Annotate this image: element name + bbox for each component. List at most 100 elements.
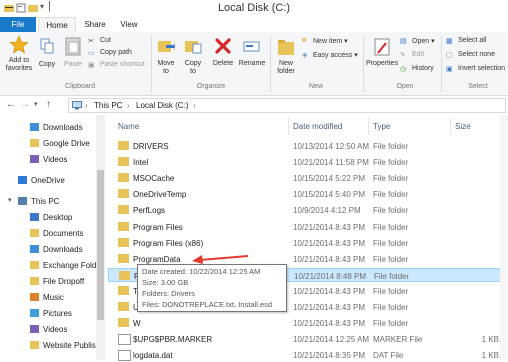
nav-item-exchange-fold[interactable]: Exchange Fold [30, 259, 96, 272]
nav-item-file-dropoff[interactable]: File Dropoff [30, 275, 94, 288]
nav-item-videos[interactable]: Videos [30, 323, 94, 336]
nav-item-desktop[interactable]: Desktop [30, 211, 94, 224]
column-header-name[interactable]: Name [118, 122, 139, 131]
file-type: File folder [373, 206, 409, 215]
folder-tooltip: Date created: 10/22/2014 12:25 AM Size: … [137, 264, 287, 312]
folder-icon [30, 293, 39, 301]
delete-icon [215, 38, 231, 54]
file-row[interactable]: Program Files (x86) 10/21/2014 8:43 PM Fil… [108, 236, 501, 250]
column-divider[interactable] [368, 117, 369, 135]
file-date: 10/15/2014 5:22 PM [293, 174, 366, 183]
new-item-button[interactable]: ■ New item ▾ [302, 37, 360, 47]
file-row[interactable]: $UPG$PBR.MARKER 10/21/2014 12:25 AM MARKER… [108, 332, 501, 346]
copy-button[interactable]: Copy [37, 35, 57, 75]
breadcrumb-separator[interactable]: › [127, 101, 130, 110]
tab-file[interactable]: File [0, 17, 36, 32]
folder-icon [118, 238, 129, 247]
tab-share[interactable]: Share [78, 17, 112, 32]
rename-button[interactable]: Rename [238, 35, 266, 80]
breadcrumb-this-pc[interactable]: This PC [94, 101, 122, 110]
select-none-button[interactable]: ▢ Select none [446, 51, 506, 61]
new-folder-label: New folder [277, 60, 295, 75]
delete-button[interactable]: Delete [211, 35, 235, 80]
column-header-type[interactable]: Type [373, 122, 390, 131]
folder-icon [118, 318, 129, 327]
file-date: 10/9/2014 4:12 PM [293, 206, 361, 215]
folder-icon [30, 123, 39, 131]
select-all-button[interactable]: ▦ Select all [446, 37, 506, 47]
tab-home[interactable]: Home [38, 17, 76, 33]
breadcrumb-local-disk[interactable]: Local Disk (C:) [136, 101, 188, 110]
breadcrumb-separator[interactable]: › [193, 101, 196, 110]
file-date: 10/21/2014 8:43 PM [293, 303, 366, 312]
nav-item-google-drive[interactable]: Google Drive [30, 137, 94, 150]
forward-arrow-icon[interactable]: → [20, 99, 30, 110]
paste-label: Paste [64, 61, 82, 68]
tab-view[interactable]: View [114, 17, 144, 32]
file-type: DAT File [373, 351, 404, 360]
nav-item-website-publis[interactable]: Website Publis [30, 339, 96, 352]
invert-selection-button[interactable]: ▣ Invert selection [446, 65, 508, 75]
folder-icon [118, 286, 129, 295]
nav-item-pictures[interactable]: Pictures [30, 307, 94, 320]
folder-icon [118, 205, 129, 214]
select-none-label: Select none [458, 51, 495, 58]
move-to-button[interactable]: Move to [155, 35, 177, 80]
nav-item-onedrive[interactable]: OneDrive [18, 174, 94, 187]
file-row[interactable]: MSOCache 10/15/2014 5:22 PM File folder [108, 171, 501, 185]
file-name: $UPG$PBR.MARKER [133, 335, 213, 344]
file-row[interactable]: Program Files 10/21/2014 8:43 PM File fold… [108, 220, 501, 234]
copy-to-button[interactable]: Copy to [182, 35, 204, 80]
easy-access-button[interactable]: ◈ Easy access ▾ [302, 51, 364, 61]
up-arrow-icon[interactable]: ↑ [46, 99, 51, 110]
nav-scrollbar-thumb[interactable] [97, 170, 104, 320]
nav-item-this-pc[interactable]: This PC ▾ [8, 195, 94, 208]
nav-item-downloads[interactable]: Downloads [30, 121, 94, 134]
add-to-favorites-button[interactable]: Add to favorites [2, 35, 36, 80]
cut-button[interactable]: ✂ Cut [88, 37, 144, 47]
copy-label: Copy [38, 61, 56, 68]
copy-to-label: Copy to [184, 60, 202, 75]
nav-item-videos[interactable]: Videos [30, 153, 94, 166]
paste-shortcut-button[interactable]: ▣ Paste shortcut [88, 61, 150, 71]
file-name: W [133, 319, 141, 328]
file-date: 10/21/2014 8:48 PM [294, 272, 367, 281]
tooltip-folders: Folders: Drivers [142, 289, 195, 298]
folder-icon [118, 189, 129, 198]
file-row[interactable]: PerfLogs 10/9/2014 4:12 PM File folder [108, 203, 501, 217]
file-row[interactable]: OneDriveTemp 10/15/2014 5:40 PM File folde… [108, 187, 501, 201]
copy-path-label: Copy path [100, 49, 132, 56]
open-button[interactable]: ▤ Open ▾ [400, 37, 440, 47]
new-folder-button[interactable]: New folder [274, 35, 298, 80]
file-type: File folder [373, 142, 409, 151]
file-name: DRIVERS [133, 142, 169, 151]
nav-item-downloads[interactable]: Downloads [30, 243, 94, 256]
nav-item-label: Downloads [43, 123, 83, 132]
column-header-date[interactable]: Date modified [293, 122, 342, 131]
file-row[interactable]: DRIVERS 10/13/2014 12:50 AM File folder [108, 139, 501, 153]
column-header-size[interactable]: Size [455, 122, 471, 131]
window-title: Local Disk (C:) [217, 2, 291, 14]
expand-chevron-icon[interactable]: ▾ [8, 196, 12, 204]
file-row[interactable]: W 10/21/2014 8:43 PM File folder [108, 316, 501, 330]
content-scrollbar[interactable] [500, 115, 508, 360]
recent-locations-icon[interactable]: ▾ [34, 100, 38, 108]
column-divider[interactable] [288, 117, 289, 135]
paste-button[interactable]: Paste [61, 35, 85, 75]
nav-item-music[interactable]: Music [30, 291, 94, 304]
folder-icon [118, 157, 129, 166]
breadcrumb-separator[interactable]: › [85, 101, 88, 110]
copy-path-button[interactable]: ▭ Copy path [88, 49, 146, 59]
file-type: File folder [373, 287, 409, 296]
nav-item-documents[interactable]: Documents [30, 227, 94, 240]
back-arrow-icon[interactable]: ← [6, 99, 16, 110]
edit-button[interactable]: ✎ Edit [400, 51, 440, 61]
open-label: Open ▾ [412, 38, 435, 45]
history-button[interactable]: ◷ History [400, 65, 440, 75]
properties-button[interactable]: Properties [365, 35, 399, 80]
file-row[interactable]: Intel 10/21/2014 11:58 PM File folder [108, 155, 501, 169]
column-divider[interactable] [450, 117, 451, 135]
address-bar[interactable]: › This PC › Local Disk (C:) › [68, 98, 506, 113]
file-type: File folder [374, 272, 410, 281]
invert-selection-label: Invert selection [458, 65, 506, 72]
